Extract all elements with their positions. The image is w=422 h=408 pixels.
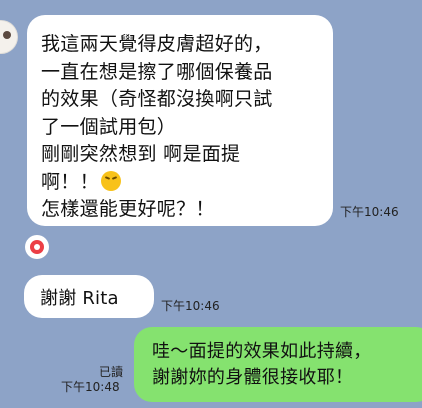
message-line: 剛剛突然想到 啊是面提 [41,143,241,166]
incoming-message-bubble[interactable]: 謝謝 Rita [24,275,154,318]
laughing-crying-face-icon [100,170,121,191]
contact-avatar[interactable] [0,20,18,54]
incoming-message-bubble[interactable]: 我這兩天覺得皮膚超好的， 一直在想是擦了哪個保養品 的效果（奇怪都沒換啊只試 了… [27,15,333,226]
message-line: 了一個試用包） [41,115,177,138]
message-timestamp: 下午10:48 [61,380,120,394]
message-line: 一直在想是擦了哪個保養品 [41,60,273,83]
message-line: 謝謝妳的身體很接收耶！ [152,367,354,389]
message-line: 怎樣還能更好呢？！ [41,198,215,221]
reaction-sticker-icon[interactable] [25,235,49,259]
message-line: 啊！！ [41,170,99,193]
message-line: 我這兩天覺得皮膚超好的， [41,33,273,55]
message-line: 哇～面提的效果如此持續， [152,341,372,362]
read-status: 已讀 [99,365,124,379]
chat-screen: 我這兩天覺得皮膚超好的， 一直在想是擦了哪個保養品 的效果（奇怪都沒換啊只試 了… [0,0,422,408]
message-line: 的效果（奇怪都沒換啊只試 [41,88,273,111]
message-timestamp: 下午10:46 [340,205,399,219]
outgoing-message-bubble[interactable]: 哇～面提的效果如此持續， 謝謝妳的身體很接收耶！ [134,327,422,402]
message-text: 謝謝 Rita [40,288,119,309]
message-timestamp: 下午10:46 [161,299,220,313]
message-line-with-emoji: 啊！！ [41,169,333,197]
avatar-mark [3,31,11,39]
